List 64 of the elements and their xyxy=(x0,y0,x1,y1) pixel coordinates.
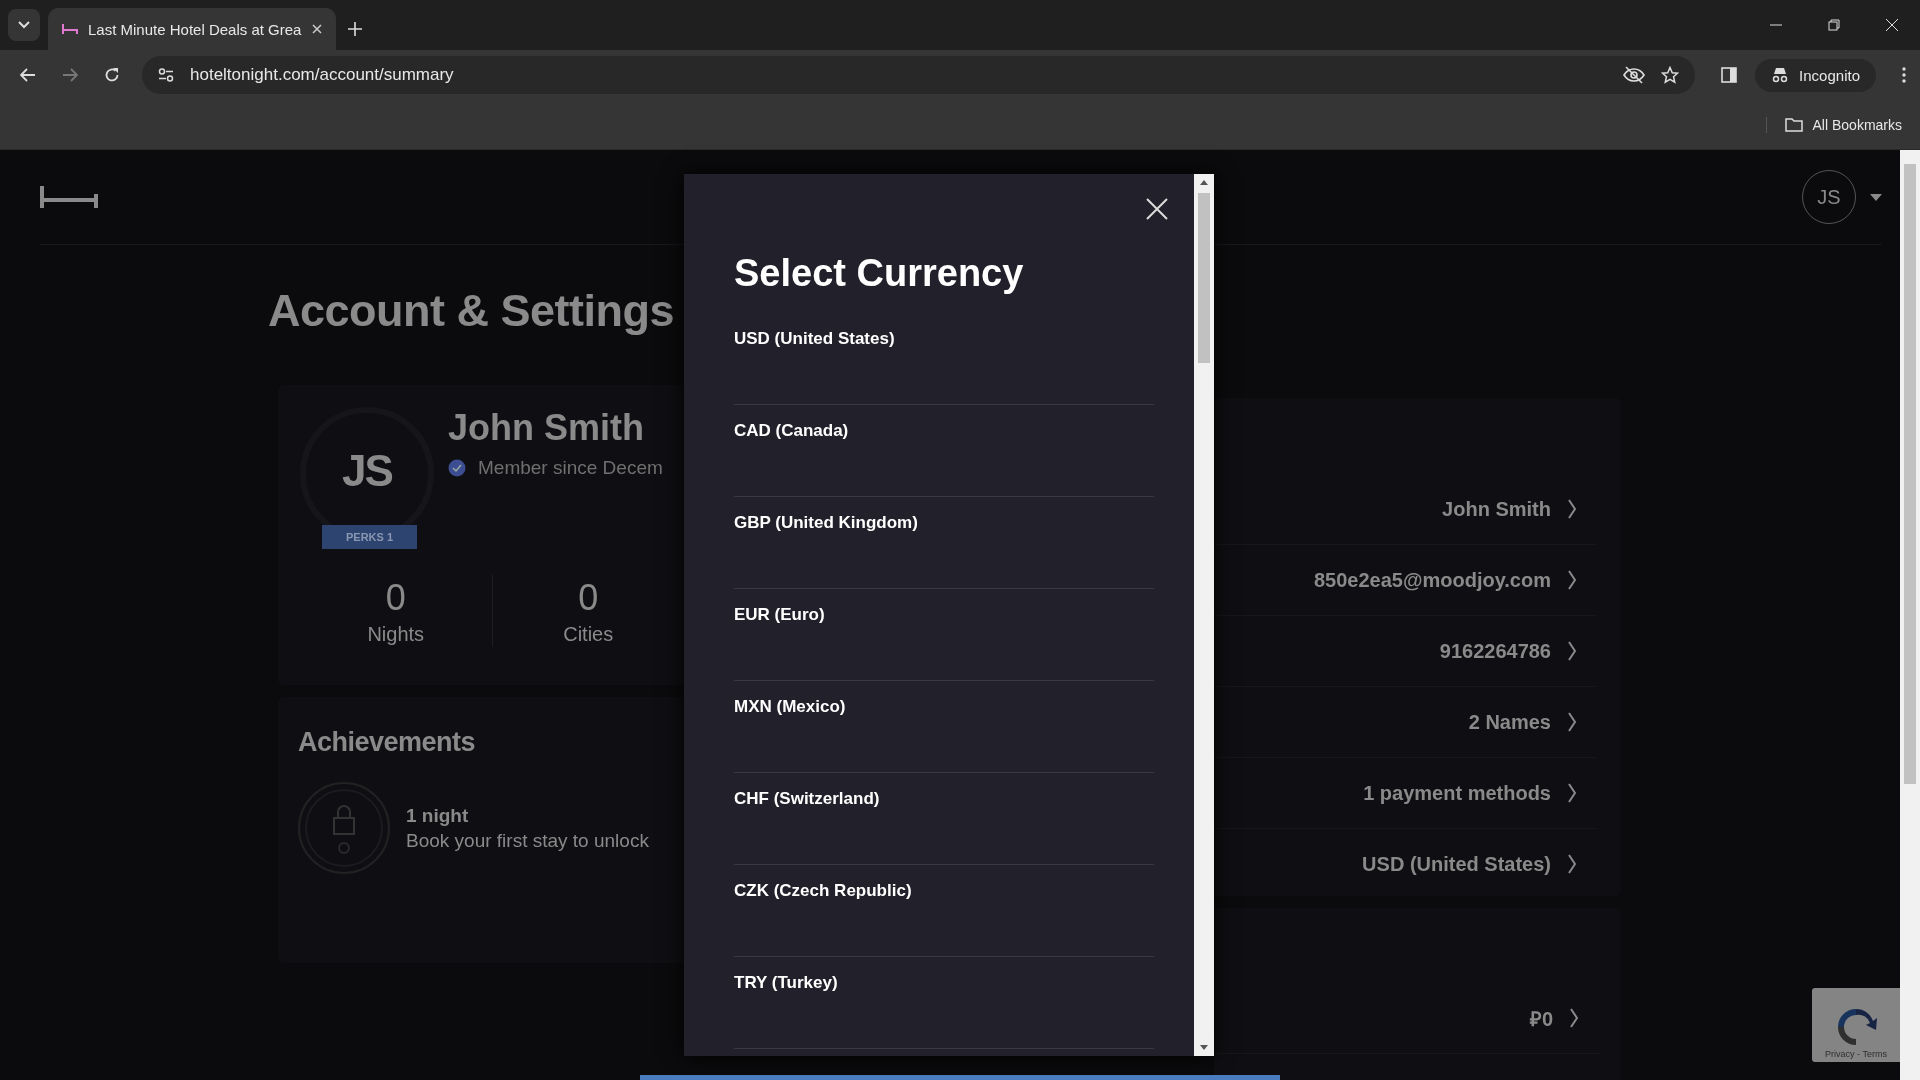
scroll-up-icon[interactable] xyxy=(1200,180,1208,185)
page-title: Account & Settings xyxy=(268,285,676,337)
tab-search-button[interactable] xyxy=(8,9,40,41)
perks-badge: PERKS 1 xyxy=(322,525,417,549)
stat-value: 0 xyxy=(385,576,406,619)
member-since-text: Member since Decem xyxy=(478,457,663,479)
verified-badge-icon xyxy=(448,459,466,477)
browser-tab[interactable]: Last Minute Hotel Deals at Grea xyxy=(48,8,336,50)
reload-icon[interactable] xyxy=(104,67,120,83)
stat-value: 0 xyxy=(578,576,599,619)
chevron-icon xyxy=(1569,1008,1579,1028)
chevron-icon xyxy=(1567,854,1577,874)
page-scrollbar[interactable] xyxy=(1900,150,1920,1080)
caret-icon[interactable] xyxy=(1870,193,1882,201)
achievement-title: 1 night xyxy=(406,804,470,827)
profile-avatar: JS xyxy=(342,446,392,496)
incognito-button[interactable]: Incognito xyxy=(1755,58,1876,92)
chevron-icon xyxy=(1567,641,1577,661)
star-icon[interactable] xyxy=(1661,66,1680,84)
eye-slash-icon[interactable] xyxy=(1623,66,1646,84)
currency-option[interactable]: USD (United States) xyxy=(734,313,1154,405)
folder-icon xyxy=(1784,117,1803,132)
currency-option[interactable]: TRY (Turkey) xyxy=(734,957,1154,1049)
close-icon[interactable] xyxy=(1146,198,1168,220)
achievement-description: Book your first stay to unlock xyxy=(406,829,649,852)
chevron-icon xyxy=(1567,499,1577,519)
tab-title: Last Minute Hotel Deals at Grea xyxy=(88,20,302,38)
dialog-title: Select Currency xyxy=(734,252,1025,295)
back-icon[interactable] xyxy=(20,68,36,82)
scroll-down-icon[interactable] xyxy=(1200,1045,1208,1050)
restore-icon[interactable] xyxy=(1828,19,1840,31)
caret-icon xyxy=(18,21,30,29)
url-text: hoteltonight.com/account/summary xyxy=(190,65,454,85)
more-icon[interactable] xyxy=(1902,67,1906,83)
forward-icon[interactable] xyxy=(62,68,78,82)
chevron-icon xyxy=(1567,712,1577,732)
currency-option[interactable]: GBP (United Kingdom) xyxy=(734,497,1154,589)
new-tab-icon[interactable] xyxy=(348,22,362,36)
chevron-icon xyxy=(1567,570,1577,590)
close-icon[interactable] xyxy=(1886,19,1898,31)
scrollbar-thumb[interactable] xyxy=(1198,193,1210,363)
side-panel-icon[interactable] xyxy=(1721,67,1738,83)
profile-name: John Smith xyxy=(448,407,645,449)
chevron-icon xyxy=(1567,783,1577,803)
currency-option[interactable]: MXN (Mexico) xyxy=(734,681,1154,773)
currency-option[interactable]: CAD (Canada) xyxy=(734,405,1154,497)
locked-achievement-icon xyxy=(298,782,390,874)
address-bar[interactable]: hoteltonight.com/account/summary xyxy=(142,56,1696,94)
scrollbar[interactable] xyxy=(1194,174,1214,1056)
site-settings-icon[interactable] xyxy=(158,68,174,82)
all-bookmarks-button[interactable]: All Bookmarks xyxy=(1765,116,1902,133)
currency-option[interactable]: CZK (Czech Republic) xyxy=(734,865,1154,957)
stat-label: Cities xyxy=(563,622,614,646)
currency-option[interactable]: EUR (Euro) xyxy=(734,589,1154,681)
account-row[interactable]: USD (United States) xyxy=(1214,829,1597,899)
close-icon[interactable] xyxy=(312,24,322,34)
bed-logo-icon[interactable] xyxy=(40,186,98,208)
scrollbar-thumb[interactable] xyxy=(1904,164,1916,784)
bed-icon xyxy=(62,23,78,35)
achievements-title: Achievements xyxy=(298,727,477,758)
currency-option[interactable]: CHF (Switzerland) xyxy=(734,773,1154,865)
stat-label: Nights xyxy=(367,622,425,646)
incognito-icon xyxy=(1771,67,1790,83)
recaptcha-links[interactable]: Privacy - Terms xyxy=(1825,1049,1887,1059)
